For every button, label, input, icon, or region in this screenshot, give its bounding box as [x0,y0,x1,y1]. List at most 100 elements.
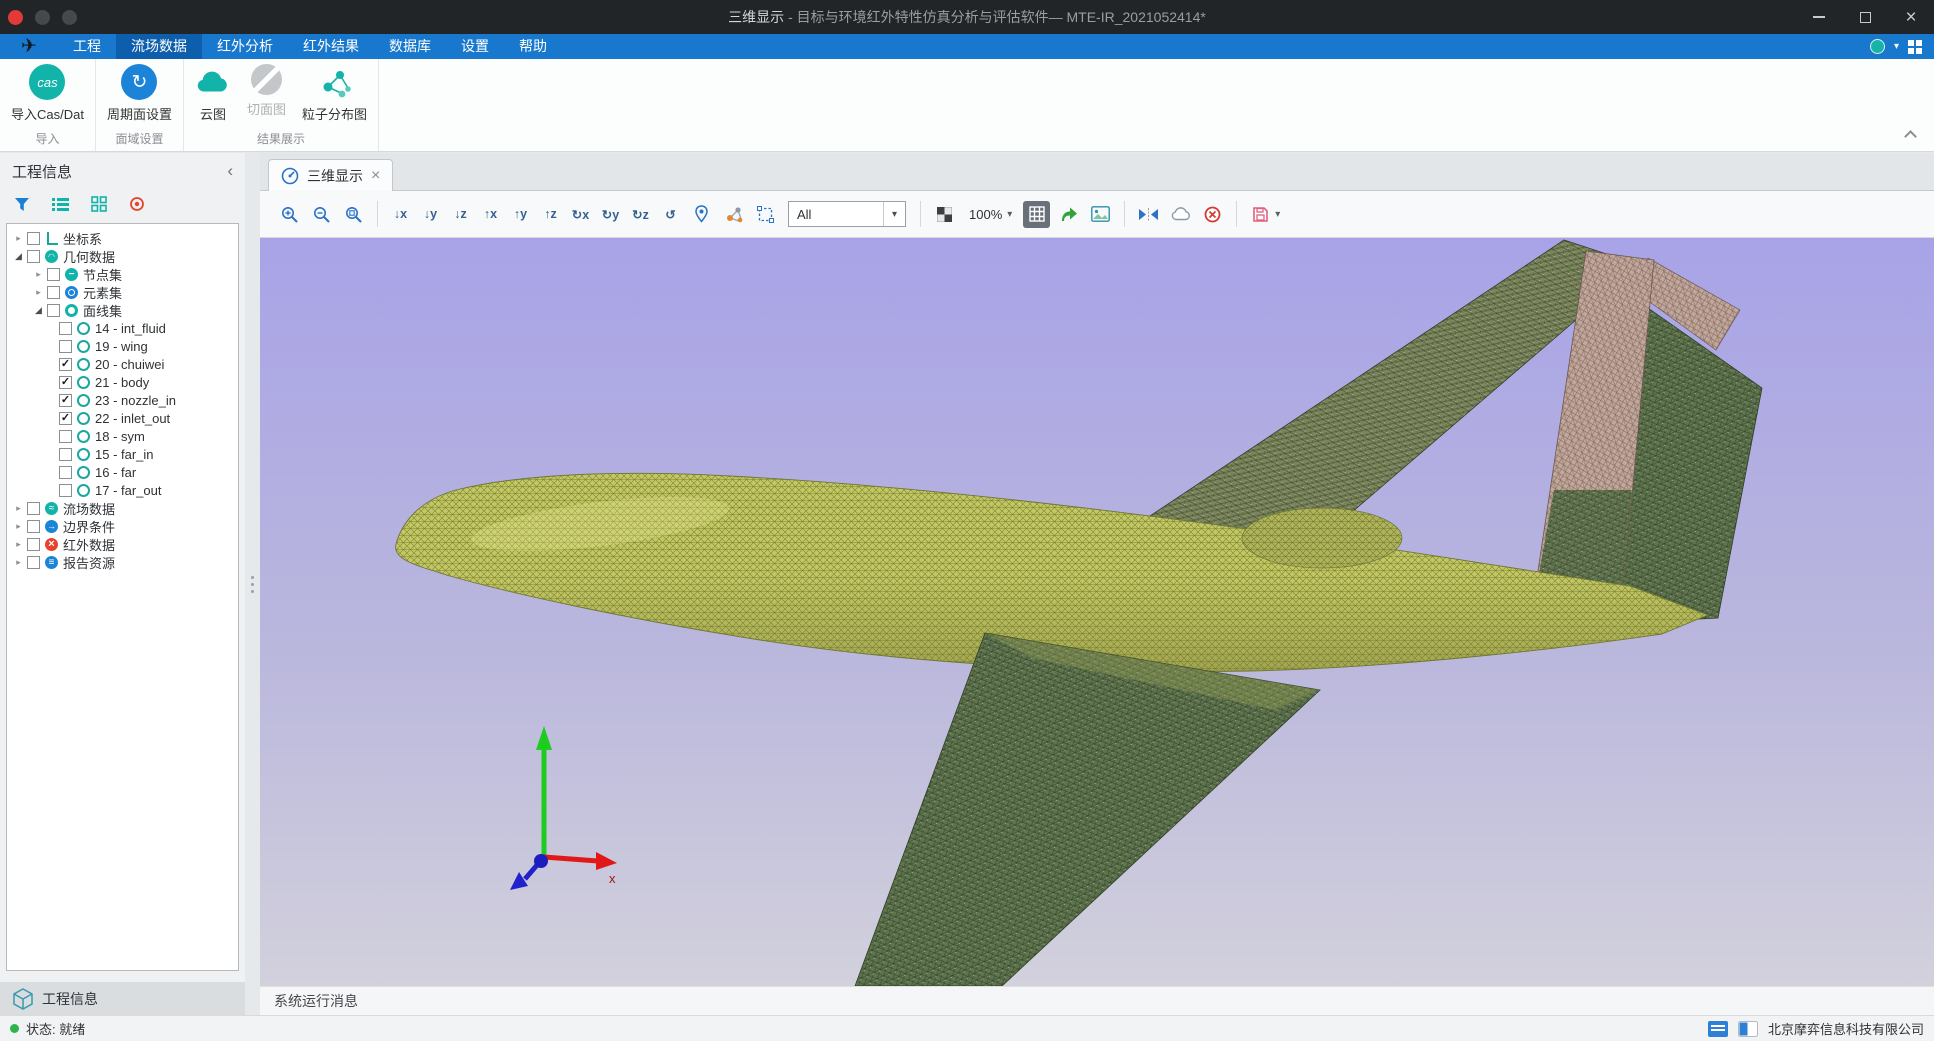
particle-distribution-button[interactable]: 粒子分布图 [294,64,375,123]
list-view-button[interactable] [52,197,69,212]
checkbox[interactable]: ✓ [27,502,40,515]
titlebar-gray-icon-1[interactable] [35,10,50,25]
menu-item-help[interactable]: 帮助 [504,34,562,59]
checkbox[interactable]: ✓ [27,538,40,551]
checkbox[interactable]: ✓ [27,556,40,569]
import-cas-dat-button[interactable]: cas 导入Cas/Dat [3,64,92,123]
grid-toggle-button[interactable] [1023,201,1050,228]
tree-item-nozzle-in[interactable]: ✓ 23 - nozzle_in [7,391,238,409]
expander-icon[interactable]: ▸ [12,539,25,550]
menu-item-infrared-analysis[interactable]: 红外分析 [202,34,288,59]
tree-item-element-set[interactable]: ▸ ✓ 元素集 [7,283,238,301]
tree-item-int-fluid[interactable]: ✓ 14 - int_fluid [7,319,238,337]
apps-grid-icon[interactable] [1908,40,1922,54]
tree-item-far-out[interactable]: ✓ 17 - far_out [7,481,238,499]
tree-item-inlet-out[interactable]: ✓ 22 - inlet_out [7,409,238,427]
checkbox[interactable]: ✓ [59,376,72,389]
expander-icon[interactable]: ▸ [12,557,25,568]
slice-map-button[interactable]: 切面图 [239,64,294,118]
locate-target-button[interactable] [129,196,145,212]
viewport-3d[interactable]: x [260,238,1934,986]
rotate-y-button[interactable]: ↻y [598,201,623,228]
share-view-button[interactable] [1055,201,1082,228]
cloud-map-button[interactable]: 云图 [187,64,239,123]
menu-item-database[interactable]: 数据库 [374,34,446,59]
expander-icon[interactable]: ▸ [32,269,45,280]
close-tab-icon[interactable]: × [371,168,380,184]
view-x-up-button[interactable]: ↑x [478,201,503,228]
tree-item-coordinate-system[interactable]: ▸ ✓ 坐标系 [7,229,238,247]
rotate-free-button[interactable]: ↺ [658,201,683,228]
rotate-x-button[interactable]: ↻x [568,201,593,228]
grid-view-button[interactable] [91,196,107,212]
mirror-button[interactable] [1135,201,1162,228]
titlebar-gray-icon-2[interactable] [62,10,77,25]
tab-3d-display[interactable]: 三维显示 × [268,159,393,191]
checkbox[interactable]: ✓ [59,394,72,407]
dither-button[interactable] [931,201,958,228]
cloud-display-button[interactable] [1167,201,1194,228]
titlebar-red-icon[interactable] [8,10,23,25]
tree-item-node-set[interactable]: ▸ ✓ 节点集 [7,265,238,283]
view-y-down-button[interactable]: ↓y [418,201,443,228]
rotate-z-button[interactable]: ↻z [628,201,653,228]
account-icon[interactable] [1870,39,1885,54]
display-filter-combobox[interactable]: All ▾ [788,201,906,227]
box-select-button[interactable] [752,201,779,228]
chevron-down-icon[interactable]: ▾ [883,202,905,226]
tree-item-flow-field-data[interactable]: ▸ ✓ 流场数据 [7,499,238,517]
menu-item-settings[interactable]: 设置 [446,34,504,59]
tree-item-infrared-data[interactable]: ▸ ✓ 红外数据 [7,535,238,553]
checkbox[interactable]: ✓ [27,250,40,263]
tree-item-boundary-conditions[interactable]: ▸ ✓ 边界条件 [7,517,238,535]
panel-splitter[interactable] [245,153,260,1015]
tree-item-geometry-data[interactable]: ◢ ✓ 几何数据 [7,247,238,265]
checkbox[interactable]: ✓ [59,412,72,425]
checkbox[interactable]: ✓ [27,232,40,245]
probe-point-button[interactable] [688,201,715,228]
tree-item-sym[interactable]: ✓ 18 - sym [7,427,238,445]
checkbox[interactable]: ✓ [59,358,72,371]
tree-item-far-in[interactable]: ✓ 15 - far_in [7,445,238,463]
tree-item-wing[interactable]: ✓ 19 - wing [7,337,238,355]
zoom-level-dropdown[interactable]: 100%▾ [963,201,1018,228]
panel-lines-icon[interactable] [1708,1021,1728,1037]
tree-item-body[interactable]: ✓ 21 - body [7,373,238,391]
collapse-panel-button[interactable]: ‹ [227,161,233,181]
checkbox[interactable]: ✓ [59,340,72,353]
checkbox[interactable]: ✓ [47,304,60,317]
menu-item-project[interactable]: 工程 [58,34,116,59]
tree-item-chuiwei[interactable]: ✓ 20 - chuiwei [7,355,238,373]
minimize-button[interactable] [1796,0,1842,34]
expander-icon[interactable]: ▸ [32,287,45,298]
tree-item-surface-set[interactable]: ◢ ✓ 面线集 [7,301,238,319]
view-y-up-button[interactable]: ↑y [508,201,533,228]
checkbox[interactable]: ✓ [59,484,72,497]
checkbox[interactable]: ✓ [27,520,40,533]
view-z-up-button[interactable]: ↑z [538,201,563,228]
collapse-ribbon-button[interactable] [1906,129,1916,139]
expander-icon[interactable]: ▸ [12,503,25,514]
project-info-bottom-tab[interactable]: 工程信息 [0,982,245,1015]
view-x-down-button[interactable]: ↓x [388,201,413,228]
chevron-down-icon[interactable]: ▾ [1894,41,1899,52]
clear-display-button[interactable] [1199,201,1226,228]
view-z-down-button[interactable]: ↓z [448,201,473,228]
menu-item-infrared-results[interactable]: 红外结果 [288,34,374,59]
expander-icon[interactable]: ◢ [12,251,25,262]
zoom-in-button[interactable] [276,201,303,228]
periodic-face-settings-button[interactable]: ↻ 周期面设置 [99,64,180,123]
close-button[interactable]: × [1888,0,1934,34]
checkbox[interactable]: ✓ [47,268,60,281]
expander-icon[interactable]: ▸ [12,233,25,244]
filter-button[interactable] [14,197,30,212]
chevron-down-icon[interactable]: ▾ [1275,209,1280,220]
checkbox[interactable]: ✓ [59,430,72,443]
checkbox[interactable]: ✓ [59,448,72,461]
checkbox[interactable]: ✓ [59,466,72,479]
expander-icon[interactable]: ▸ [12,521,25,532]
tree-item-far[interactable]: ✓ 16 - far [7,463,238,481]
checkbox[interactable]: ✓ [47,286,60,299]
expander-icon[interactable]: ◢ [32,305,45,316]
checkbox[interactable]: ✓ [59,322,72,335]
